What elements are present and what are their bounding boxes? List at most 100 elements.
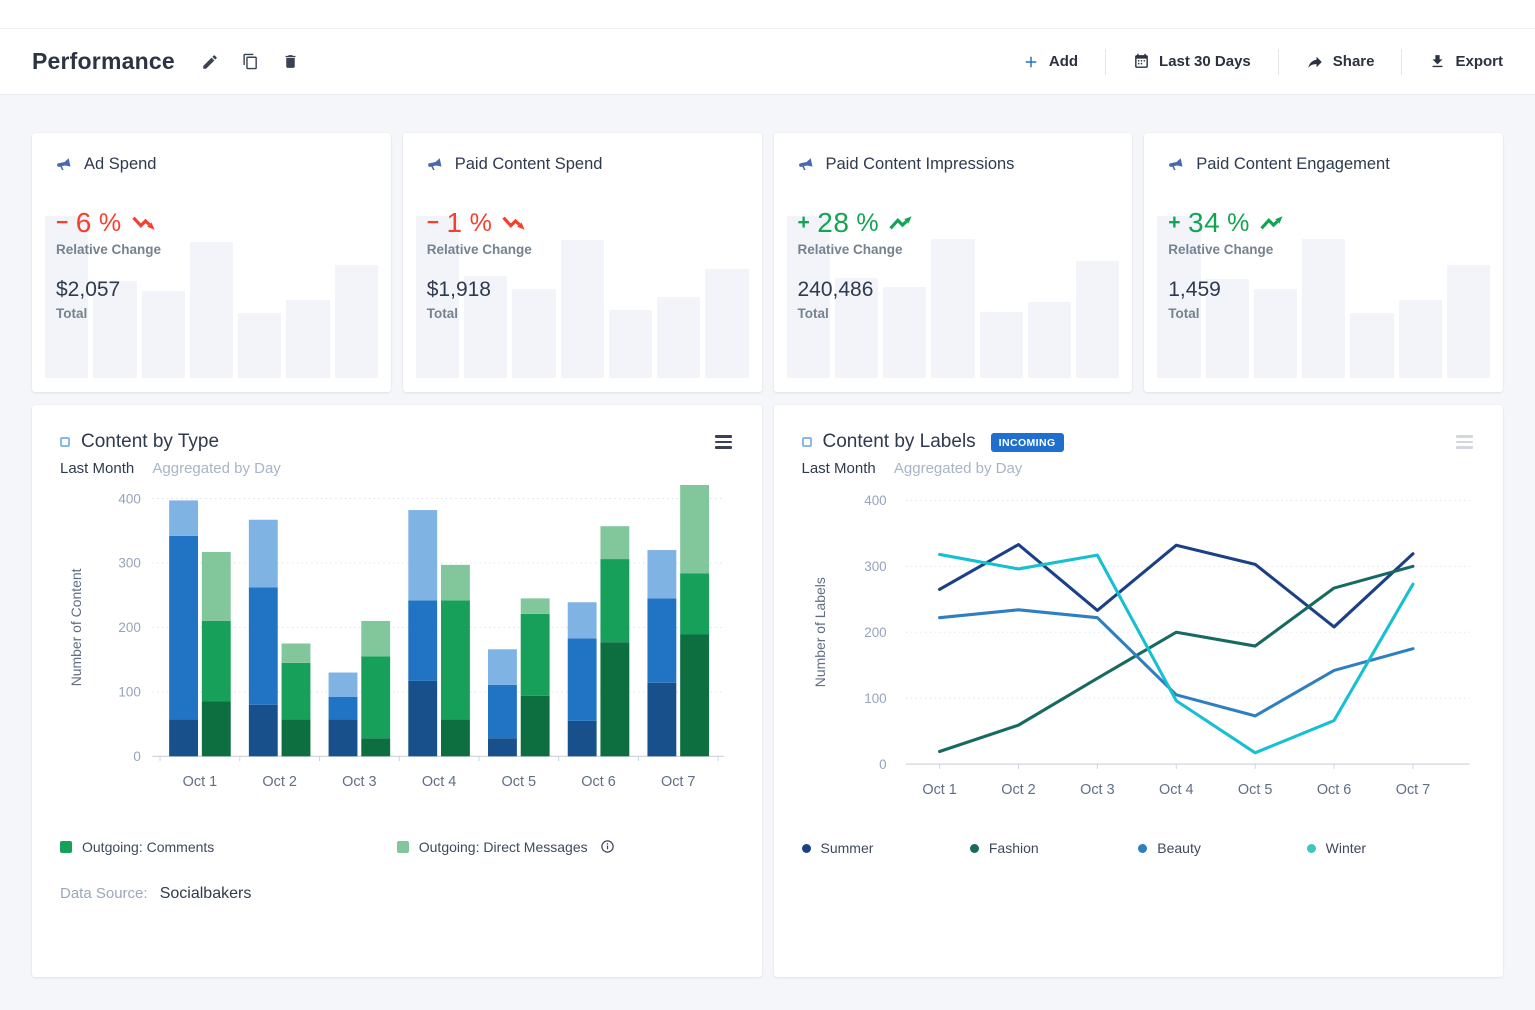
svg-text:200: 200 (118, 620, 140, 635)
content-by-type-card: Content by Type Last Month Aggregated by… (32, 405, 762, 977)
chart-legend: Outgoing: Comments Outgoing: Direct Mess… (60, 839, 734, 855)
chart-aggregation: Aggregated by Day (152, 460, 281, 477)
svg-text:Oct 4: Oct 4 (422, 774, 456, 790)
megaphone-icon (427, 157, 443, 173)
kpi-card-paid-content-engagement[interactable]: Paid Content Engagement +34% Relative Ch… (1144, 133, 1503, 392)
chart-title: Content by Type (81, 431, 220, 452)
svg-text:Oct 3: Oct 3 (342, 774, 376, 790)
legend-item-outgoing-direct-messages[interactable]: Outgoing: Direct Messages (396, 839, 734, 855)
kpi-change: +28% (798, 207, 1109, 239)
legend-item-summer[interactable]: Summer (801, 840, 970, 856)
add-label: Add (1048, 53, 1079, 70)
kpi-title: Paid Content Engagement (1196, 155, 1390, 173)
svg-text:Oct 3: Oct 3 (1080, 782, 1114, 798)
legend-swatch (60, 840, 72, 853)
share-button[interactable]: Share (1279, 53, 1402, 71)
kpi-title: Paid Content Impressions (825, 155, 1015, 173)
legend-dot (969, 843, 979, 853)
svg-text:0: 0 (879, 757, 886, 772)
plus-icon (1022, 53, 1040, 71)
svg-text:Oct 5: Oct 5 (502, 774, 536, 790)
edit-icon[interactable] (201, 53, 219, 71)
legend-item-fashion[interactable]: Fashion (969, 840, 1138, 856)
top-strip (0, 0, 1535, 29)
megaphone-icon (798, 157, 814, 173)
line-chart: 0 100 200 300 400 Oct 1 Oct 2 Oct 3 Oct 4 Oct 5 Oc… (812, 493, 1470, 798)
widget-select-icon[interactable] (801, 437, 812, 447)
svg-text:Oct 2: Oct 2 (262, 774, 296, 790)
chart-period: Last Month (801, 460, 876, 477)
charts-row: Content by Type Last Month Aggregated by… (32, 405, 1503, 977)
share-label: Share (1332, 53, 1375, 70)
data-source-label: Data Source: (60, 884, 148, 902)
megaphone-icon (1168, 157, 1184, 173)
menu-icon[interactable] (1454, 431, 1475, 453)
kpi-title: Ad Spend (84, 155, 157, 173)
svg-text:300: 300 (118, 556, 140, 571)
calendar-icon (1133, 53, 1150, 70)
kpi-row: Ad Spend −6% Relative Change $2,057 Tota… (32, 133, 1503, 392)
svg-text:400: 400 (864, 493, 886, 508)
svg-text:Oct 2: Oct 2 (1001, 782, 1035, 798)
kpi-change-label: Relative Change (426, 242, 532, 257)
kpi-change: −1% (427, 207, 738, 239)
svg-text:100: 100 (118, 685, 140, 700)
delete-icon[interactable] (282, 53, 299, 70)
kpi-total: $2,057 (56, 278, 121, 301)
kpi-total: $1,918 (426, 278, 491, 301)
svg-text:400: 400 (118, 491, 140, 506)
trend-down-icon (131, 213, 159, 233)
kpi-card-paid-content-impressions[interactable]: Paid Content Impressions +28% Relative C… (773, 133, 1133, 392)
kpi-total-label: Total (426, 306, 458, 321)
svg-text:Oct 7: Oct 7 (661, 774, 695, 790)
download-icon (1429, 53, 1446, 70)
svg-text:200: 200 (864, 625, 886, 640)
data-source-value: Socialbakers (159, 884, 252, 902)
export-button[interactable]: Export (1402, 53, 1503, 70)
date-range-label: Last 30 Days (1159, 53, 1251, 70)
legend-item-outgoing-comments[interactable]: Outgoing: Comments (60, 839, 397, 855)
content-by-labels-card: Content by Labels INCOMING Last Month Ag… (773, 405, 1503, 977)
svg-text:Number of Content: Number of Content (68, 568, 84, 686)
legend-dot (1138, 843, 1148, 853)
svg-text:Number of Labels: Number of Labels (812, 577, 828, 687)
trend-up-icon (889, 213, 916, 233)
chart-period: Last Month (60, 460, 135, 477)
toolbar: Add Last 30 Days Share Export (995, 48, 1503, 75)
kpi-total-label: Total (1168, 306, 1200, 321)
svg-text:100: 100 (864, 691, 886, 706)
legend-item-beauty[interactable]: Beauty (1138, 840, 1306, 856)
svg-text:Oct 6: Oct 6 (581, 774, 615, 790)
kpi-title: Paid Content Spend (454, 155, 603, 173)
incoming-badge: INCOMING (990, 432, 1064, 452)
info-icon[interactable] (600, 839, 615, 854)
legend-dot (1306, 843, 1316, 853)
svg-text:Oct 4: Oct 4 (1159, 782, 1193, 798)
date-range-button[interactable]: Last 30 Days (1106, 53, 1278, 70)
legend-item-winter[interactable]: Winter (1306, 840, 1475, 856)
svg-text:0: 0 (133, 749, 140, 764)
widget-select-icon[interactable] (60, 437, 70, 447)
kpi-change: +34% (1168, 207, 1479, 239)
kpi-card-paid-content-spend[interactable]: Paid Content Spend −1% Relative Change $… (402, 133, 762, 392)
export-label: Export (1455, 53, 1503, 70)
add-button[interactable]: Add (995, 53, 1105, 71)
chart-aggregation: Aggregated by Day (893, 460, 1023, 477)
svg-text:Oct 5: Oct 5 (1237, 782, 1271, 798)
kpi-total: 1,459 (1168, 278, 1221, 301)
trend-up-icon (1260, 213, 1287, 233)
kpi-change-label: Relative Change (797, 242, 903, 257)
title-area: Performance (32, 48, 299, 75)
kpi-change-label: Relative Change (1168, 242, 1274, 257)
megaphone-icon (56, 157, 72, 173)
legend-dot (801, 843, 811, 853)
trend-down-icon (502, 213, 529, 233)
svg-text:Oct 1: Oct 1 (183, 774, 217, 790)
duplicate-icon[interactable] (242, 53, 259, 70)
kpi-card-ad-spend[interactable]: Ad Spend −6% Relative Change $2,057 Tota… (32, 133, 391, 392)
stacked-bar-chart: 0 100 200 300 400 Oct 1 Oct 2 Oct 3 Oct 4 Oct 5 Oc… (68, 485, 724, 790)
legend-swatch (396, 840, 409, 853)
svg-text:300: 300 (864, 559, 886, 574)
data-source: Data Source: Socialbakers (60, 885, 734, 903)
menu-icon[interactable] (713, 431, 734, 453)
